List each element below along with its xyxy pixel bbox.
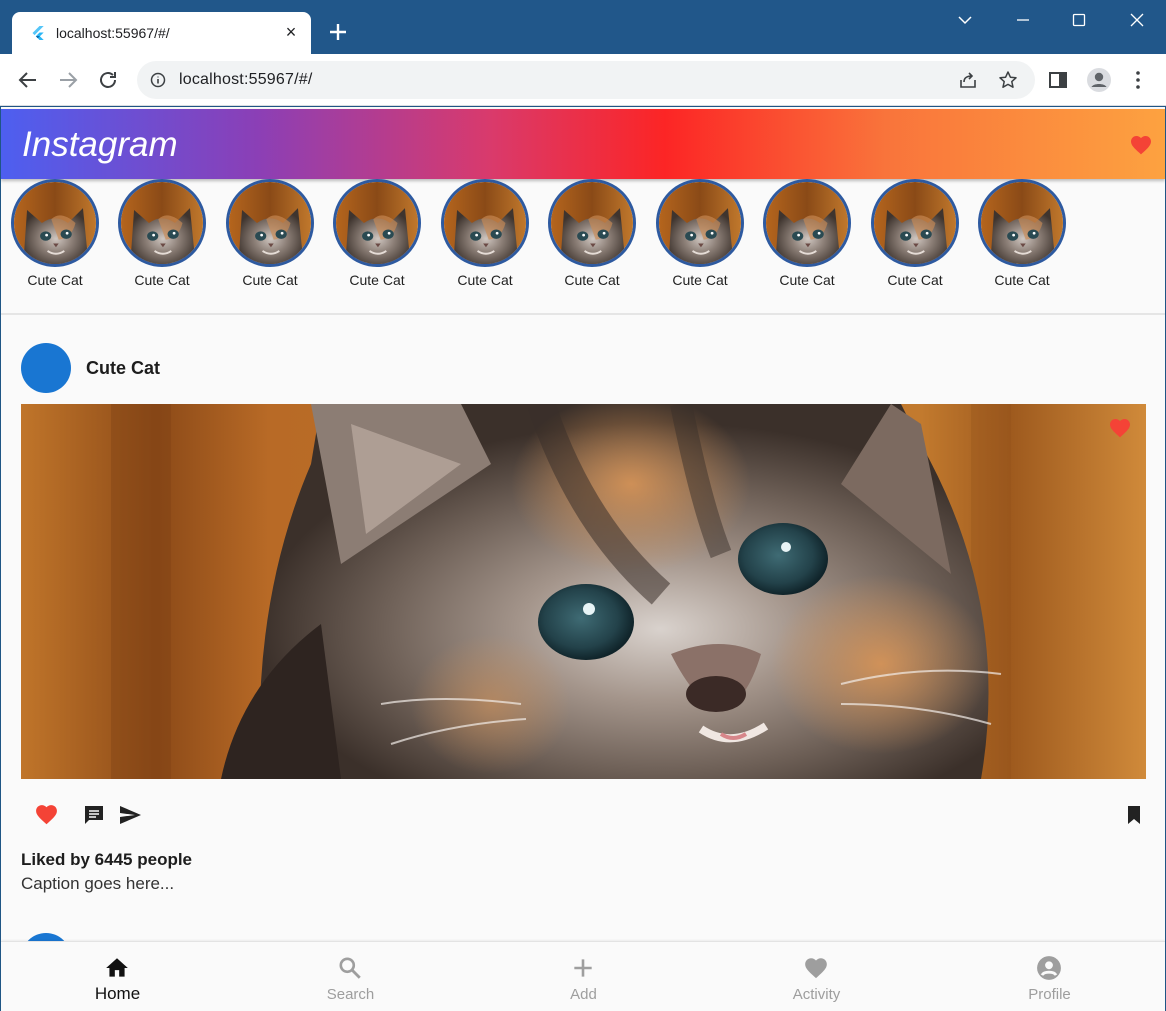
- heart-icon[interactable]: [1107, 416, 1133, 440]
- story-item[interactable]: Cute Cat: [323, 179, 423, 299]
- site-info-icon[interactable]: [150, 72, 166, 88]
- maximize-icon[interactable]: [1067, 8, 1091, 32]
- app-bar: Instagram: [1, 109, 1165, 179]
- url-text[interactable]: localhost:55967/#/: [179, 71, 312, 89]
- post-caption: Caption goes here...: [21, 874, 175, 893]
- story-label: Cute Cat: [349, 272, 405, 288]
- nav-label: Activity: [792, 986, 841, 1003]
- new-tab-plus-icon[interactable]: [326, 20, 350, 44]
- app-viewport: Instagram Cute Cat Cute Cat Cute Cat Cut…: [1, 107, 1165, 1011]
- story-label: Cute Cat: [994, 272, 1050, 288]
- stories-row: Cute Cat Cute Cat Cute Cat Cute Cat Cute…: [1, 179, 1165, 315]
- nav-label: Profile: [1028, 986, 1071, 1003]
- post-actions: [21, 800, 1146, 830]
- story-avatar[interactable]: [763, 179, 851, 267]
- story-item[interactable]: Cute Cat: [538, 179, 638, 299]
- cat-photo: [21, 404, 1146, 779]
- post-header: Cute Cat: [21, 343, 421, 393]
- nav-label: Add: [570, 986, 597, 1003]
- tab-search-chevron-icon[interactable]: [953, 8, 977, 32]
- story-item[interactable]: Cute Cat: [646, 179, 746, 299]
- nav-label: Home: [94, 984, 141, 1003]
- account-circle-icon: [1037, 956, 1061, 980]
- nav-label: Search: [326, 986, 375, 1003]
- post-image[interactable]: [21, 404, 1146, 779]
- brand-title: Instagram: [22, 125, 178, 164]
- story-label: Cute Cat: [887, 272, 943, 288]
- share-icon[interactable]: [958, 70, 978, 90]
- story-avatar[interactable]: [11, 179, 99, 267]
- browser-tab[interactable]: localhost:55967/#/ ×: [12, 12, 311, 54]
- home-icon: [106, 958, 128, 977]
- story-avatar[interactable]: [978, 179, 1066, 267]
- story-avatar[interactable]: [548, 179, 636, 267]
- send-icon[interactable]: [117, 803, 143, 827]
- story-avatar[interactable]: [118, 179, 206, 267]
- story-label: Cute Cat: [779, 272, 835, 288]
- add-icon: [574, 959, 592, 977]
- story-item[interactable]: Cute Cat: [431, 179, 531, 299]
- minimize-icon[interactable]: [1011, 8, 1035, 32]
- story-item[interactable]: Cute Cat: [1, 179, 101, 299]
- nav-home[interactable]: Home: [1, 942, 234, 1011]
- flutter-favicon-icon: [32, 26, 44, 40]
- heart-icon: [803, 955, 829, 981]
- close-tab-icon[interactable]: ×: [282, 23, 300, 41]
- story-label: Cute Cat: [672, 272, 728, 288]
- post-avatar[interactable]: [21, 343, 71, 393]
- story-label: Cute Cat: [27, 272, 83, 288]
- nav-activity[interactable]: Activity: [700, 942, 933, 1011]
- story-label: Cute Cat: [242, 272, 298, 288]
- kebab-menu-icon[interactable]: [1126, 68, 1150, 92]
- forward-arrow-icon[interactable]: [56, 68, 80, 92]
- like-heart-icon[interactable]: [33, 802, 60, 827]
- bookmark-star-icon[interactable]: [998, 70, 1018, 90]
- story-avatar[interactable]: [226, 179, 314, 267]
- likes-count: Liked by 6445 people: [21, 850, 193, 869]
- story-avatar[interactable]: [441, 179, 529, 267]
- browser-toolbar: localhost:55967/#/: [0, 54, 1166, 106]
- story-label: Cute Cat: [134, 272, 190, 288]
- story-avatar[interactable]: [333, 179, 421, 267]
- heart-icon[interactable]: [1128, 133, 1154, 157]
- back-arrow-icon[interactable]: [16, 68, 40, 92]
- search-icon: [339, 957, 361, 979]
- nav-search[interactable]: Search: [234, 942, 467, 1011]
- story-item[interactable]: Cute Cat: [216, 179, 316, 299]
- story-avatar[interactable]: [871, 179, 959, 267]
- story-label: Cute Cat: [457, 272, 513, 288]
- profile-avatar-icon[interactable]: [1086, 67, 1112, 93]
- comment-icon[interactable]: [81, 803, 107, 827]
- bottom-navigation: Home Search Add Activity Profile: [1, 941, 1165, 1011]
- post-username[interactable]: Cute Cat: [86, 358, 160, 379]
- story-item[interactable]: Cute Cat: [108, 179, 208, 299]
- tab-title: localhost:55967/#/: [56, 25, 170, 41]
- story-avatar[interactable]: [656, 179, 744, 267]
- close-window-icon[interactable]: [1125, 8, 1149, 32]
- nav-add[interactable]: Add: [467, 942, 700, 1011]
- nav-profile[interactable]: Profile: [933, 942, 1165, 1011]
- reload-icon[interactable]: [96, 68, 120, 92]
- bookmark-icon[interactable]: [1121, 803, 1147, 827]
- side-panel-icon[interactable]: [1046, 68, 1070, 92]
- story-item[interactable]: Cute Cat: [968, 179, 1068, 299]
- story-item[interactable]: Cute Cat: [753, 179, 853, 299]
- story-label: Cute Cat: [564, 272, 620, 288]
- story-item[interactable]: Cute Cat: [861, 179, 961, 299]
- address-bar[interactable]: localhost:55967/#/: [137, 61, 1035, 99]
- browser-tab-strip: localhost:55967/#/ ×: [0, 0, 1166, 54]
